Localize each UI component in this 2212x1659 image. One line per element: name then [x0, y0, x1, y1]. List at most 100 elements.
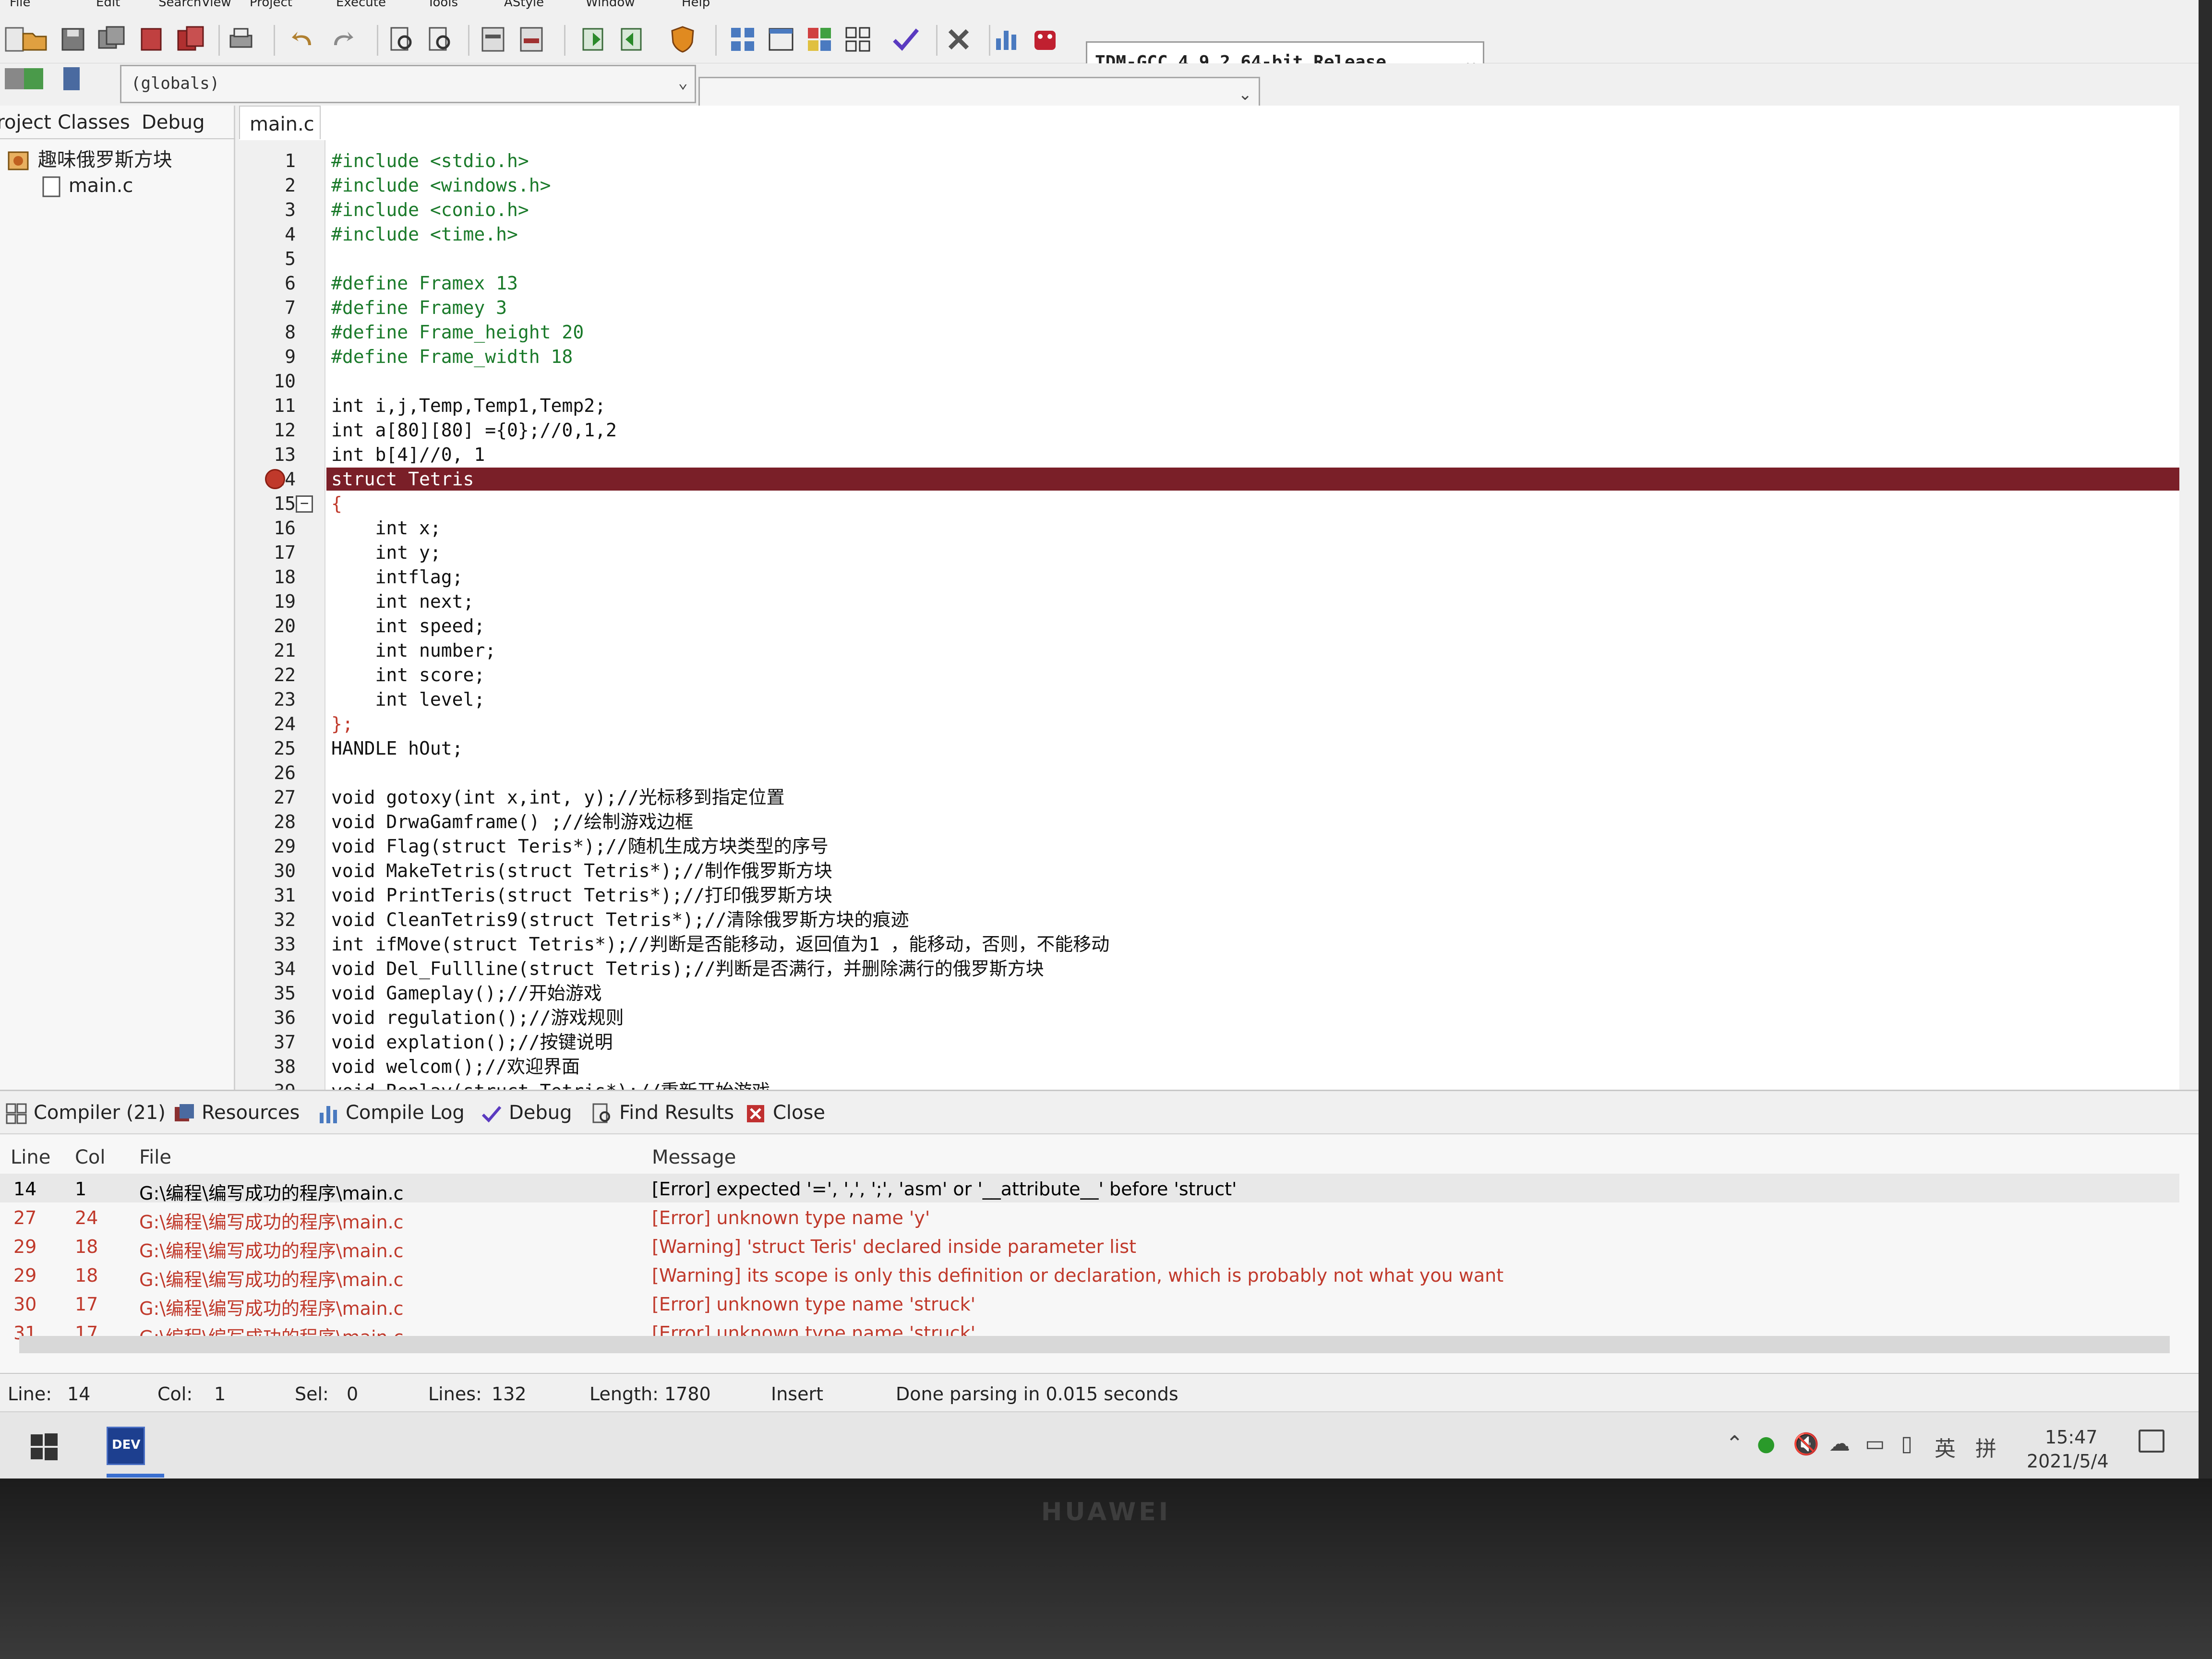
replace-icon[interactable] [425, 24, 456, 55]
tab-find-results[interactable]: Find Results [590, 1102, 734, 1125]
code-line[interactable]: HANDLE hOut; [331, 736, 463, 761]
line-number[interactable]: 24 [239, 712, 296, 736]
code-line[interactable]: #define Frame_width 18 [331, 345, 573, 369]
line-number[interactable]: 7 [239, 296, 296, 320]
tab-classes[interactable]: Classes [58, 111, 130, 133]
line-number[interactable]: 19 [239, 589, 296, 614]
menu-view[interactable]: View [202, 0, 231, 10]
tab-debug[interactable]: Debug [142, 111, 205, 133]
tab-compile-log[interactable]: Compile Log [317, 1102, 465, 1125]
run-icon[interactable] [766, 24, 796, 55]
redo-icon[interactable] [326, 24, 357, 55]
message-row[interactable]: 30 17 G:\编程\编写成功的程序\main.c [Error] unknown … [0, 1289, 2179, 1319]
code-line[interactable]: void Del_Fullline(struct Tetris);//判断是否满… [331, 957, 1044, 981]
undo-icon[interactable] [288, 24, 319, 55]
find-icon[interactable] [386, 24, 417, 55]
network-app-icon[interactable]: ● [1757, 1431, 1775, 1456]
tab-project[interactable]: Project [0, 111, 51, 133]
line-number[interactable]: 8 [239, 320, 296, 345]
code-line[interactable]: int score; [331, 663, 485, 687]
profile-icon[interactable] [991, 24, 1022, 55]
toggle-icon[interactable] [58, 63, 88, 94]
devcpp-taskbar-button[interactable]: DEV [107, 1427, 145, 1465]
menu-astyle[interactable]: AStyle [504, 0, 544, 10]
code-line[interactable]: #include <stdio.h> [331, 149, 529, 173]
clock-date[interactable]: 2021/5/4 [2027, 1451, 2109, 1472]
bookmark-icon[interactable] [516, 24, 547, 55]
close-all-icon[interactable] [175, 24, 206, 55]
code-line[interactable]: }; [331, 712, 353, 736]
code-line[interactable]: struct Tetris [331, 467, 474, 492]
code-line[interactable]: int ifMove(struct Tetris*);//判断是否能移动，返回值… [331, 932, 1109, 957]
code-line[interactable]: #include <windows.h> [331, 173, 551, 198]
line-number[interactable]: 31 [239, 883, 296, 908]
ime-mode[interactable]: 拼 [1975, 1431, 1996, 1462]
message-row[interactable]: 27 24 G:\编程\编写成功的程序\main.c [Error] unknown … [0, 1202, 2179, 1233]
goto-line-icon[interactable] [478, 24, 508, 55]
tab-resources[interactable]: Resources [173, 1102, 300, 1125]
menu-project[interactable]: Project [250, 0, 292, 10]
menu-help[interactable]: Help [682, 0, 710, 10]
tab-compiler[interactable]: Compiler (21) [5, 1102, 166, 1125]
line-number[interactable]: 28 [239, 810, 296, 834]
line-number[interactable]: 38 [239, 1055, 296, 1079]
code-line[interactable]: void explation();//按键说明 [331, 1030, 613, 1055]
line-number[interactable]: 21 [239, 638, 296, 663]
line-number[interactable]: 25 [239, 736, 296, 761]
line-number[interactable]: 2 [239, 173, 296, 198]
notification-icon[interactable] [2139, 1430, 2164, 1453]
clock-time[interactable]: 15:47 [2045, 1427, 2098, 1448]
code-line[interactable]: void welcom();//欢迎界面 [331, 1055, 580, 1079]
line-number[interactable]: 18 [239, 565, 296, 589]
line-number[interactable]: 16 [239, 516, 296, 541]
battery-icon[interactable]: ▭ [1865, 1431, 1885, 1456]
project-node[interactable]: 趣味俄罗斯方块 [7, 144, 172, 173]
code-line[interactable]: void CleanTetris9(struct Tetris*);//清除俄罗… [331, 908, 909, 932]
line-number[interactable]: 1 [239, 149, 296, 173]
compile-run-icon[interactable] [804, 24, 835, 55]
code-line[interactable]: int speed; [331, 614, 485, 638]
tab-debug-output[interactable]: Debug [480, 1102, 572, 1125]
line-number[interactable]: 11 [239, 394, 296, 418]
code-line[interactable]: void PrintTeris(struct Tetris*);//打印俄罗斯方… [331, 883, 832, 908]
fold-toggle-icon[interactable]: − [296, 495, 313, 513]
save-icon[interactable] [58, 24, 88, 55]
error-marker-icon[interactable] [265, 469, 285, 489]
line-number[interactable]: 20 [239, 614, 296, 638]
line-number[interactable]: 36 [239, 1006, 296, 1030]
scope-select[interactable]: (globals) ⌄ [120, 65, 696, 103]
line-number[interactable]: 37 [239, 1030, 296, 1055]
line-number[interactable]: 6 [239, 271, 296, 296]
message-row[interactable]: 14 1 G:\编程\编写成功的程序\main.c [Error] expected … [0, 1174, 2179, 1204]
code-line[interactable]: int y; [331, 541, 441, 565]
code-line[interactable]: void MakeTetris(struct Tetris*);//制作俄罗斯方… [331, 859, 832, 883]
code-line[interactable]: { [331, 492, 342, 516]
menu-edit[interactable]: Edit [96, 0, 120, 10]
message-row[interactable]: 29 18 G:\编程\编写成功的程序\main.c [Warning] 'struc… [0, 1231, 2179, 1262]
syntax-check-icon[interactable] [890, 24, 921, 55]
code-line[interactable]: int a[80][80] ={0};//0,1,2 [331, 418, 617, 443]
code-line[interactable]: int number; [331, 638, 496, 663]
line-number[interactable]: 23 [239, 687, 296, 712]
rebuild-all-icon[interactable] [842, 24, 873, 55]
code-area[interactable]: #include <stdio.h> #include <windows.h> #i… [326, 140, 2199, 1090]
code-line[interactable]: #include <time.h> [331, 222, 518, 247]
ime-language[interactable]: 英 [1935, 1431, 1956, 1462]
editor-tab-main-c[interactable]: main.c [239, 106, 321, 139]
code-line[interactable]: #include <conio.h> [331, 198, 529, 222]
header-message[interactable]: Message [652, 1146, 736, 1168]
usb-icon[interactable]: ▯ [1901, 1431, 1912, 1456]
line-number[interactable]: 15 [239, 492, 296, 516]
message-row[interactable]: 29 18 G:\编程\编写成功的程序\main.c [Warning] its sc… [0, 1260, 2179, 1290]
code-line[interactable]: #define Frame_height 20 [331, 320, 584, 345]
code-line[interactable]: int x; [331, 516, 441, 541]
line-number[interactable]: 30 [239, 859, 296, 883]
menu-search[interactable]: Search [158, 0, 201, 10]
code-line[interactable]: #define Framey 3 [331, 296, 507, 320]
insert-icon[interactable] [19, 63, 50, 94]
header-col[interactable]: Col [75, 1146, 106, 1168]
line-number[interactable]: 29 [239, 834, 296, 859]
line-number[interactable]: 4 [239, 222, 296, 247]
close-file-icon[interactable] [137, 24, 168, 55]
line-number[interactable]: 12 [239, 418, 296, 443]
